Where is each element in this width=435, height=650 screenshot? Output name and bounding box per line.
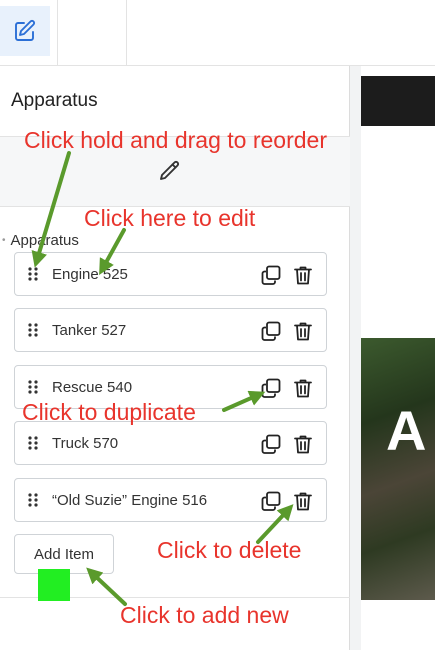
panel-gutter [350, 66, 361, 650]
preview-hero-text: A [386, 399, 427, 462]
duplicate-icon[interactable] [260, 377, 282, 399]
trash-icon[interactable] [292, 377, 314, 399]
panel-title: Apparatus [11, 90, 98, 111]
pencil-icon [160, 161, 179, 180]
edit-mode-button[interactable] [0, 6, 50, 56]
duplicate-icon[interactable] [260, 264, 282, 286]
list-item-label: Engine 525 [52, 266, 128, 283]
drag-handle-icon[interactable] [27, 267, 39, 281]
trash-icon[interactable] [292, 320, 314, 342]
top-toolbar [0, 0, 435, 650]
green-marker [38, 569, 70, 601]
section-label: • Apparatus [2, 232, 79, 249]
trash-icon[interactable] [292, 490, 314, 512]
drag-handle-icon[interactable] [27, 323, 39, 337]
pencil-square-icon [15, 20, 35, 41]
annotation-delete: Click to delete [157, 537, 302, 563]
list-item[interactable]: Tanker 527 [14, 308, 327, 352]
preview-header-bar [361, 76, 435, 126]
drag-handle-icon[interactable] [27, 436, 39, 450]
annotation-add-new: Click to add new [120, 602, 289, 628]
list-item-label: “Old Suzie” Engine 516 [52, 492, 208, 509]
drag-handle-icon[interactable] [27, 380, 39, 394]
site-preview[interactable]: A [361, 76, 435, 650]
annotation-reorder: Click hold and drag to reorder [24, 127, 327, 153]
list-item-label: Truck 570 [52, 435, 119, 452]
annotation-edit: Click here to edit [84, 205, 256, 231]
list-item[interactable]: Truck 570 [14, 421, 327, 465]
list-item[interactable]: “Old Suzie” Engine 516 [14, 478, 327, 522]
add-item-button[interactable]: Add Item [14, 534, 114, 574]
toolbar-divider [126, 0, 127, 66]
list-item-label: Rescue 540 [52, 379, 133, 396]
bullet-dot: • [2, 235, 6, 246]
duplicate-icon[interactable] [260, 490, 282, 512]
toolbar-divider [57, 0, 58, 66]
trash-icon[interactable] [292, 433, 314, 455]
trash-icon[interactable] [292, 264, 314, 286]
duplicate-icon[interactable] [260, 433, 282, 455]
list-item[interactable]: Engine 525 [14, 252, 327, 296]
duplicate-icon[interactable] [260, 320, 282, 342]
edit-section-button[interactable] [158, 159, 182, 183]
annotation-duplicate: Click to duplicate [22, 399, 196, 425]
section-label-text: Apparatus [10, 232, 79, 249]
drag-handle-icon[interactable] [27, 493, 39, 507]
preview-hero-image [361, 338, 435, 600]
list-item-label: Tanker 527 [52, 322, 127, 339]
